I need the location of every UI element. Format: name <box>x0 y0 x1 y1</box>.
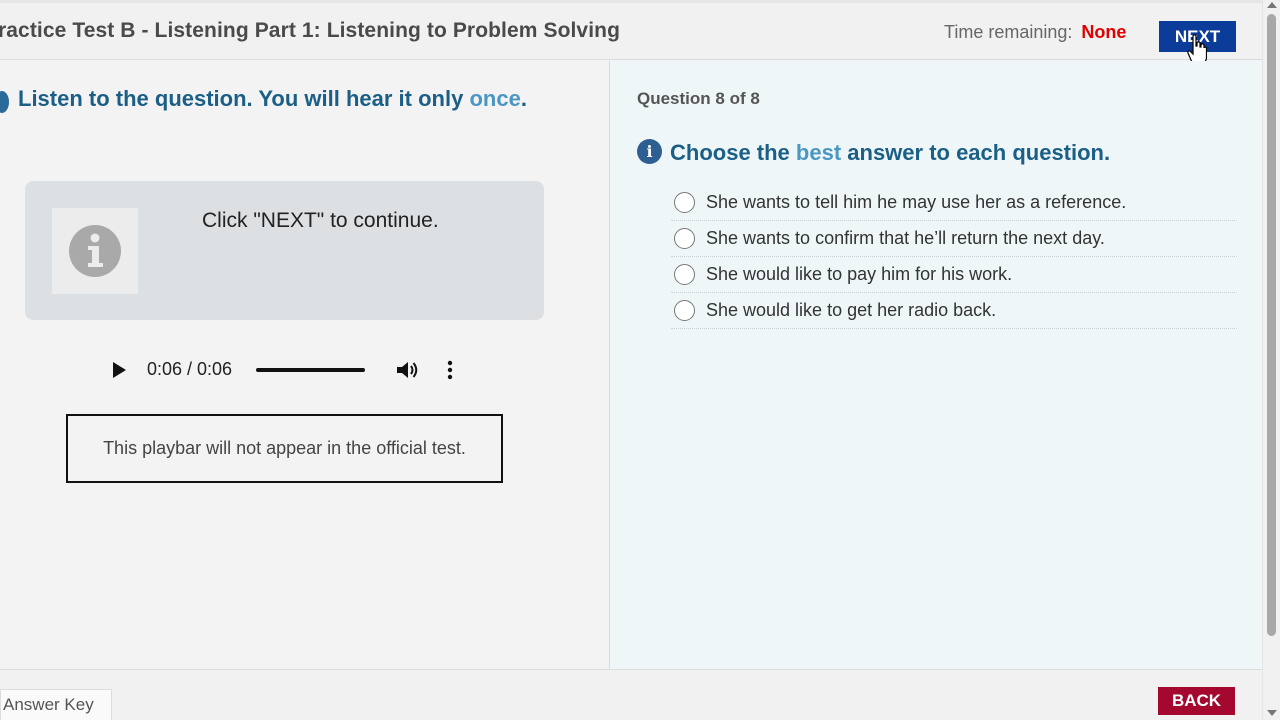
answer-option[interactable]: She would like to pay him for his work. <box>671 257 1237 293</box>
answer-option[interactable]: She wants to confirm that he’ll return t… <box>671 221 1237 257</box>
question-counter: Question 8 of 8 <box>637 89 760 108</box>
info-icon: i <box>637 139 662 164</box>
play-icon[interactable] <box>110 360 128 380</box>
page-title: ractice Test B - Listening Part 1: Liste… <box>0 19 621 42</box>
answer-list: She wants to tell him he may use her as … <box>671 185 1237 329</box>
audio-player: 0:06 / 0:06 <box>92 336 480 404</box>
audio-pane: Listen to the question. You will hear it… <box>0 61 608 669</box>
scroll-down-arrow-icon[interactable] <box>1267 710 1277 716</box>
question-instruction-rest: answer to each question. <box>841 140 1111 165</box>
radio-button[interactable] <box>674 300 695 321</box>
scroll-thumb[interactable] <box>1267 14 1276 636</box>
answer-option[interactable]: She would like to get her radio back. <box>671 293 1237 329</box>
answer-text: She would like to pay him for his work. <box>706 264 1013 284</box>
radio-button[interactable] <box>674 192 695 213</box>
time-remaining-label: Time remaining: <box>944 22 1073 42</box>
radio-button[interactable] <box>674 228 695 249</box>
instruction-period: . <box>520 86 527 111</box>
question-instruction: Choose the best answer to each question. <box>670 140 1110 166</box>
continue-message-box: Click "NEXT" to continue. <box>25 181 544 320</box>
question-pane: Question 8 of 8 i Choose the best answer… <box>609 61 1262 669</box>
listening-instruction: Listen to the question. You will hear it… <box>18 86 527 112</box>
answer-text: She wants to tell him he may use her as … <box>706 192 1127 212</box>
playbar-note: This playbar will not appear in the offi… <box>66 414 503 483</box>
question-instruction-highlight: best <box>795 140 842 165</box>
scroll-up-arrow-icon[interactable] <box>1267 2 1277 8</box>
time-remaining-value: None <box>1081 22 1127 42</box>
top-bar: ractice Test B - Listening Part 1: Liste… <box>0 0 1262 65</box>
info-icon <box>52 208 138 294</box>
back-button[interactable]: BACK <box>1158 687 1235 715</box>
answer-text: She wants to confirm that he’ll return t… <box>706 228 1105 248</box>
time-remaining: Time remaining: None <box>944 22 1126 43</box>
answer-text: She would like to get her radio back. <box>706 300 997 320</box>
audio-time: 0:06 / 0:06 <box>147 359 233 379</box>
radio-button[interactable] <box>674 264 695 285</box>
continue-message: Click "NEXT" to continue. <box>202 209 439 232</box>
question-instruction-text: Choose the <box>670 140 796 165</box>
answer-key-button[interactable]: Answer Key <box>0 689 112 720</box>
answer-option[interactable]: She wants to tell him he may use her as … <box>671 185 1237 221</box>
more-options-icon[interactable] <box>444 358 456 382</box>
instruction-text: Listen to the question. You will hear it… <box>18 86 470 111</box>
instruction-highlight: once <box>469 86 521 111</box>
volume-icon[interactable] <box>395 359 419 381</box>
audio-seek-bar[interactable] <box>256 368 365 372</box>
instruction-bullet-icon <box>0 91 9 113</box>
vertical-scrollbar[interactable] <box>1262 0 1280 720</box>
bottom-bar: Answer Key BACK <box>0 669 1262 720</box>
